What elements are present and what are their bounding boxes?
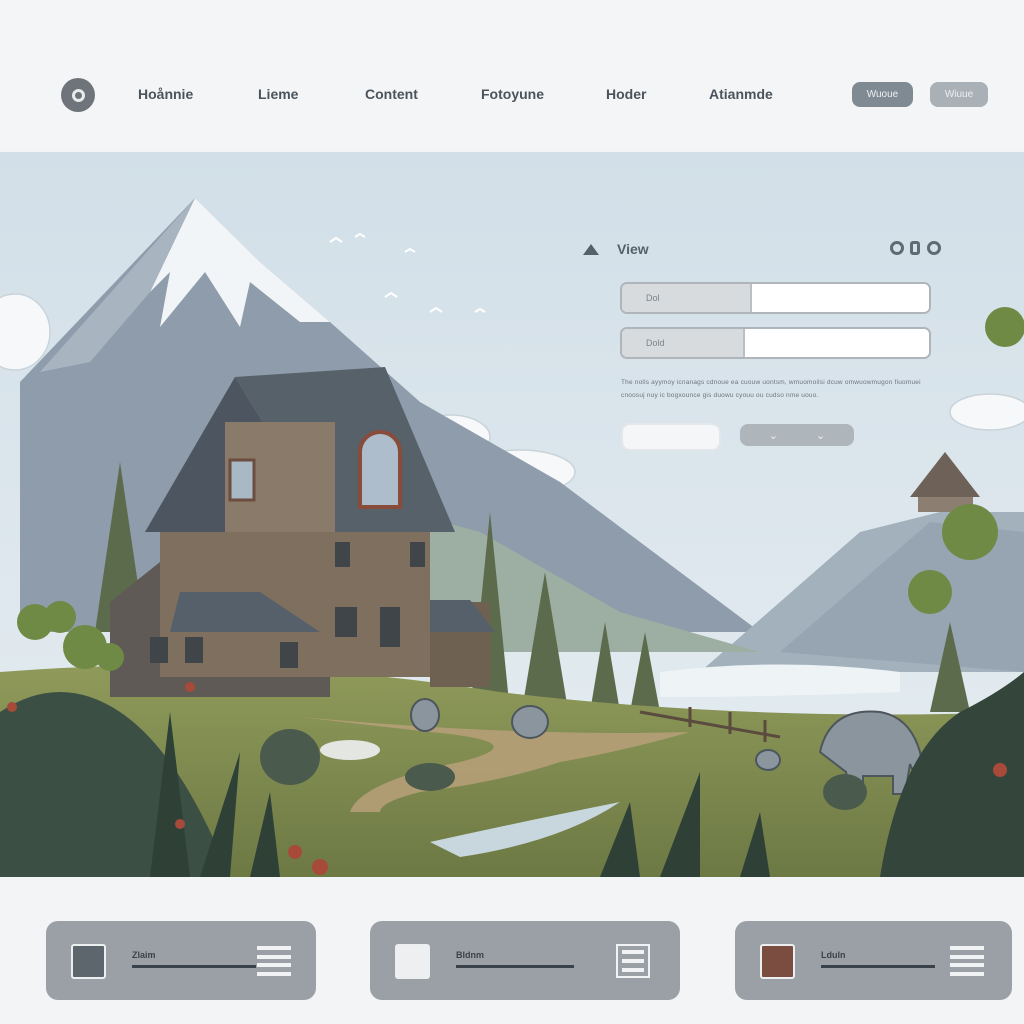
close-icon[interactable] bbox=[927, 241, 941, 255]
dol-field: Dol bbox=[620, 282, 931, 314]
layout-icon[interactable] bbox=[616, 944, 650, 978]
top-nav: Hoånnie Lieme Content Fotoyune Hoder Ati… bbox=[0, 0, 1024, 150]
blank-button[interactable] bbox=[621, 423, 721, 451]
frame-icon bbox=[71, 944, 106, 979]
dol-field-label: Dol bbox=[622, 284, 752, 312]
hero-section: View Dol Dold The nolls ayymoy icnanags … bbox=[0, 152, 1024, 877]
panel-title: View bbox=[617, 241, 649, 257]
dold-field: Dold bbox=[620, 327, 931, 359]
nav-link-1[interactable]: Hoånnie bbox=[138, 86, 193, 102]
card-title: Lduln bbox=[821, 950, 846, 960]
dold-input[interactable] bbox=[745, 329, 929, 357]
card-2[interactable]: Bldnm bbox=[370, 921, 680, 1000]
house-icon bbox=[395, 944, 430, 979]
primary-button[interactable]: Wuoue bbox=[852, 82, 913, 107]
panel-header: View bbox=[583, 241, 649, 257]
dold-field-label: Dold bbox=[622, 329, 745, 357]
restore-icon[interactable] bbox=[910, 241, 920, 255]
card-subtitle-line bbox=[132, 965, 256, 968]
minimize-icon[interactable] bbox=[890, 241, 904, 255]
circle-logo-icon[interactable] bbox=[61, 78, 95, 112]
card-subtitle-line bbox=[456, 965, 574, 968]
card-title: Bldnm bbox=[456, 950, 484, 960]
nav-link-2[interactable]: Lieme bbox=[258, 86, 298, 102]
chevron-down-icon: ⌄ bbox=[768, 429, 778, 442]
nav-link-6[interactable]: Atianmde bbox=[709, 86, 773, 102]
camera-icon bbox=[760, 944, 795, 979]
card-3[interactable]: Lduln bbox=[735, 921, 1012, 1000]
dol-input[interactable] bbox=[752, 284, 929, 312]
dropdown-select[interactable]: ⌄ ⌄ bbox=[740, 424, 854, 446]
hamburger-icon[interactable] bbox=[950, 944, 984, 978]
triangle-icon bbox=[583, 243, 599, 255]
chevron-down-icon: ⌄ bbox=[816, 429, 826, 442]
card-subtitle-line bbox=[821, 965, 935, 968]
hamburger-icon[interactable] bbox=[257, 944, 291, 978]
nav-link-content[interactable]: Content bbox=[365, 86, 418, 102]
card-title: Zlaim bbox=[132, 950, 156, 960]
landscape-illustration bbox=[0, 152, 1024, 877]
panel-description: The nolls ayymoy icnanags cdnoue ea cuou… bbox=[621, 379, 921, 399]
secondary-button[interactable]: Wiuue bbox=[930, 82, 988, 107]
nav-link-header[interactable]: Hoder bbox=[606, 86, 646, 102]
nav-link-4[interactable]: Fotoyune bbox=[481, 86, 544, 102]
card-1[interactable]: Zlaim bbox=[46, 921, 316, 1000]
